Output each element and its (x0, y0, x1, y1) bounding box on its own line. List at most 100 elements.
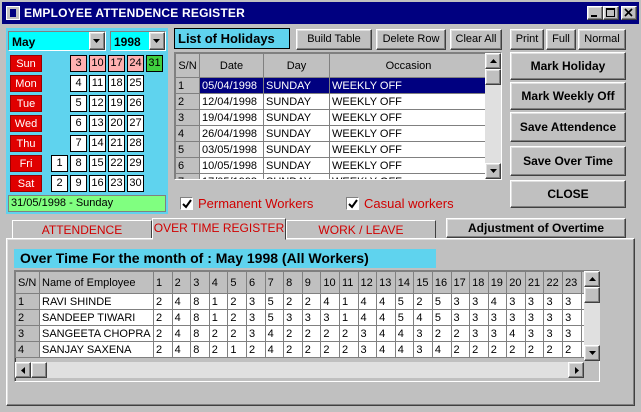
calendar-day-cell[interactable]: 27 (127, 115, 144, 132)
overtime-cell-value[interactable]: 8 (190, 325, 210, 342)
overtime-cell-value[interactable]: 3 (524, 325, 545, 342)
holiday-cell-date[interactable]: 03/05/1998 (199, 141, 264, 158)
holiday-cell-sn[interactable]: 4 (175, 125, 200, 142)
build-table-button[interactable]: Build Table (296, 29, 372, 50)
overtime-cell-value[interactable]: 4 (264, 325, 285, 342)
overtime-cell-value[interactable]: 3 (245, 309, 266, 326)
overtime-cell-value[interactable]: 4 (376, 341, 396, 358)
overtime-cell-value[interactable]: 3 (320, 309, 340, 326)
save-attendence-button[interactable]: Save Attendence (510, 112, 626, 142)
overtime-cell-value[interactable]: 2 (153, 309, 173, 326)
scroll-thumb[interactable] (485, 69, 501, 85)
overtime-cell-value[interactable]: 3 (469, 309, 489, 326)
overtime-cell-value[interactable]: 4 (264, 341, 285, 358)
overtime-cell-value[interactable]: 3 (283, 309, 303, 326)
holiday-cell-occasion[interactable]: WEEKLY OFF (329, 141, 488, 158)
overtime-cell-name[interactable]: SANGEETA CHOPRA (39, 325, 154, 342)
calendar-day-cell[interactable]: 9 (70, 175, 87, 192)
overtime-cell-value[interactable]: 3 (450, 309, 471, 326)
overtime-cell-value[interactable]: 2 (153, 325, 173, 342)
calendar-day-cell[interactable]: 25 (127, 75, 144, 92)
overtime-cell-value[interactable]: 3 (487, 309, 508, 326)
holiday-cell-sn[interactable]: 6 (175, 157, 200, 174)
holiday-cell-occasion[interactable]: WEEKLY OFF (329, 125, 488, 142)
overtime-cell-value[interactable]: 3 (357, 325, 378, 342)
overtime-cell-value[interactable]: 2 (227, 325, 247, 342)
calendar-day-cell[interactable]: 11 (89, 75, 106, 92)
calendar-day-cell[interactable]: 28 (127, 135, 144, 152)
close-window-button[interactable] (621, 6, 637, 20)
holiday-cell-day[interactable]: SUNDAY (263, 125, 330, 142)
overtime-cell-value[interactable]: 4 (376, 293, 396, 310)
holiday-cell-sn[interactable]: 1 (175, 77, 200, 94)
calendar-day-cell[interactable]: 12 (89, 95, 106, 112)
holiday-cell-sn[interactable]: 5 (175, 141, 200, 158)
casual-workers-checkbox[interactable]: Casual workers (346, 196, 476, 212)
holiday-cell-date[interactable]: 12/04/1998 (199, 93, 264, 110)
month-dropdown-button[interactable] (89, 32, 105, 50)
overtime-vscrollbar[interactable] (584, 271, 600, 361)
calendar-day-cell[interactable]: 21 (108, 135, 125, 152)
overtime-cell-value[interactable]: 4 (394, 341, 415, 358)
holiday-cell-day[interactable]: SUNDAY (263, 109, 330, 126)
overtime-cell-value[interactable]: 4 (320, 293, 340, 310)
overtime-row[interactable]: 3SANGEETA CHOPRA248223422223443223343332 (15, 325, 599, 342)
overtime-cell-value[interactable]: 2 (431, 325, 452, 342)
overtime-cell-value[interactable]: 3 (245, 325, 266, 342)
calendar-day-cell[interactable]: 7 (70, 135, 87, 152)
overtime-cell-value[interactable]: 5 (264, 309, 285, 326)
overtime-cell-value[interactable]: 3 (487, 325, 508, 342)
overtime-cell-value[interactable]: 1 (208, 293, 229, 310)
holiday-cell-date[interactable]: 26/04/1998 (199, 125, 264, 142)
overtime-cell-value[interactable]: 2 (283, 325, 303, 342)
overtime-cell-value[interactable]: 4 (413, 309, 433, 326)
overtime-row[interactable]: 1RAVI SHINDE248123522414452533433332 (15, 293, 599, 310)
overtime-cell-value[interactable]: 2 (245, 341, 266, 358)
month-select[interactable]: May (8, 31, 106, 51)
holiday-cell-day[interactable]: SUNDAY (263, 93, 330, 110)
calendar-day-cell[interactable]: 16 (89, 175, 106, 192)
overtime-cell-value[interactable]: 4 (171, 325, 192, 342)
normal-button[interactable]: Normal (578, 29, 626, 50)
overtime-row[interactable]: 4SANJAY SAXENA248212422223443422222222 (15, 341, 599, 358)
calendar-day-cell[interactable]: 23 (108, 175, 125, 192)
full-button[interactable]: Full (546, 29, 576, 50)
overtime-cell-value[interactable]: 4 (376, 325, 396, 342)
holiday-row[interactable]: 2 12/04/1998 SUNDAY WEEKLY OFF (175, 93, 488, 110)
overtime-cell-value[interactable]: 4 (506, 325, 526, 342)
overtime-cell-value[interactable]: 2 (153, 293, 173, 310)
holiday-row[interactable]: 1 05/04/1998 SUNDAY WEEKLY OFF (175, 77, 488, 94)
holiday-cell-day[interactable]: SUNDAY (263, 157, 330, 174)
year-select[interactable]: 1998 (110, 31, 166, 51)
overtime-cell-value[interactable]: 5 (431, 309, 452, 326)
holiday-cell-day[interactable]: SUNDAY (263, 77, 330, 94)
scroll-thumb[interactable] (584, 287, 600, 303)
overtime-cell-value[interactable]: 1 (208, 309, 229, 326)
overtime-cell-value[interactable]: 2 (338, 325, 359, 342)
print-button[interactable]: Print (510, 29, 544, 50)
overtime-cell-value[interactable]: 2 (283, 293, 303, 310)
overtime-cell-value[interactable]: 4 (431, 341, 452, 358)
minimize-button[interactable] (587, 6, 603, 20)
calendar-day-cell[interactable]: 14 (89, 135, 106, 152)
year-dropdown-button[interactable] (149, 32, 165, 50)
overtime-cell-value[interactable]: 1 (338, 293, 359, 310)
holiday-cell-date[interactable]: 19/04/1998 (199, 109, 264, 126)
tab-work-leave-summary[interactable]: WORK / LEAVE SUMMARY (286, 220, 436, 255)
holiday-cell-occasion[interactable]: WEEKLY OFF (329, 109, 488, 126)
overtime-cell-value[interactable]: 3 (524, 293, 545, 310)
calendar-day-cell[interactable]: 22 (108, 155, 125, 172)
overtime-cell-value[interactable]: 4 (394, 325, 415, 342)
calendar-day-cell[interactable]: 19 (108, 95, 125, 112)
overtime-cell-value[interactable]: 3 (245, 293, 266, 310)
overtime-cell-name[interactable]: RAVI SHINDE (39, 293, 154, 310)
mark-weekly-off-button[interactable]: Mark Weekly Off (510, 82, 626, 110)
overtime-cell-value[interactable]: 3 (562, 325, 582, 342)
overtime-cell-value[interactable]: 5 (394, 309, 415, 326)
save-over-time-button[interactable]: Save Over Time (510, 146, 626, 176)
calendar-day-cell[interactable]: 4 (70, 75, 87, 92)
calendar-day-cell[interactable]: 1 (51, 155, 68, 172)
overtime-cell-name[interactable]: SANDEEP TIWARI (39, 309, 154, 326)
calendar-day-cell[interactable]: 24 (127, 55, 144, 72)
holiday-cell-sn[interactable]: 7 (175, 173, 200, 179)
